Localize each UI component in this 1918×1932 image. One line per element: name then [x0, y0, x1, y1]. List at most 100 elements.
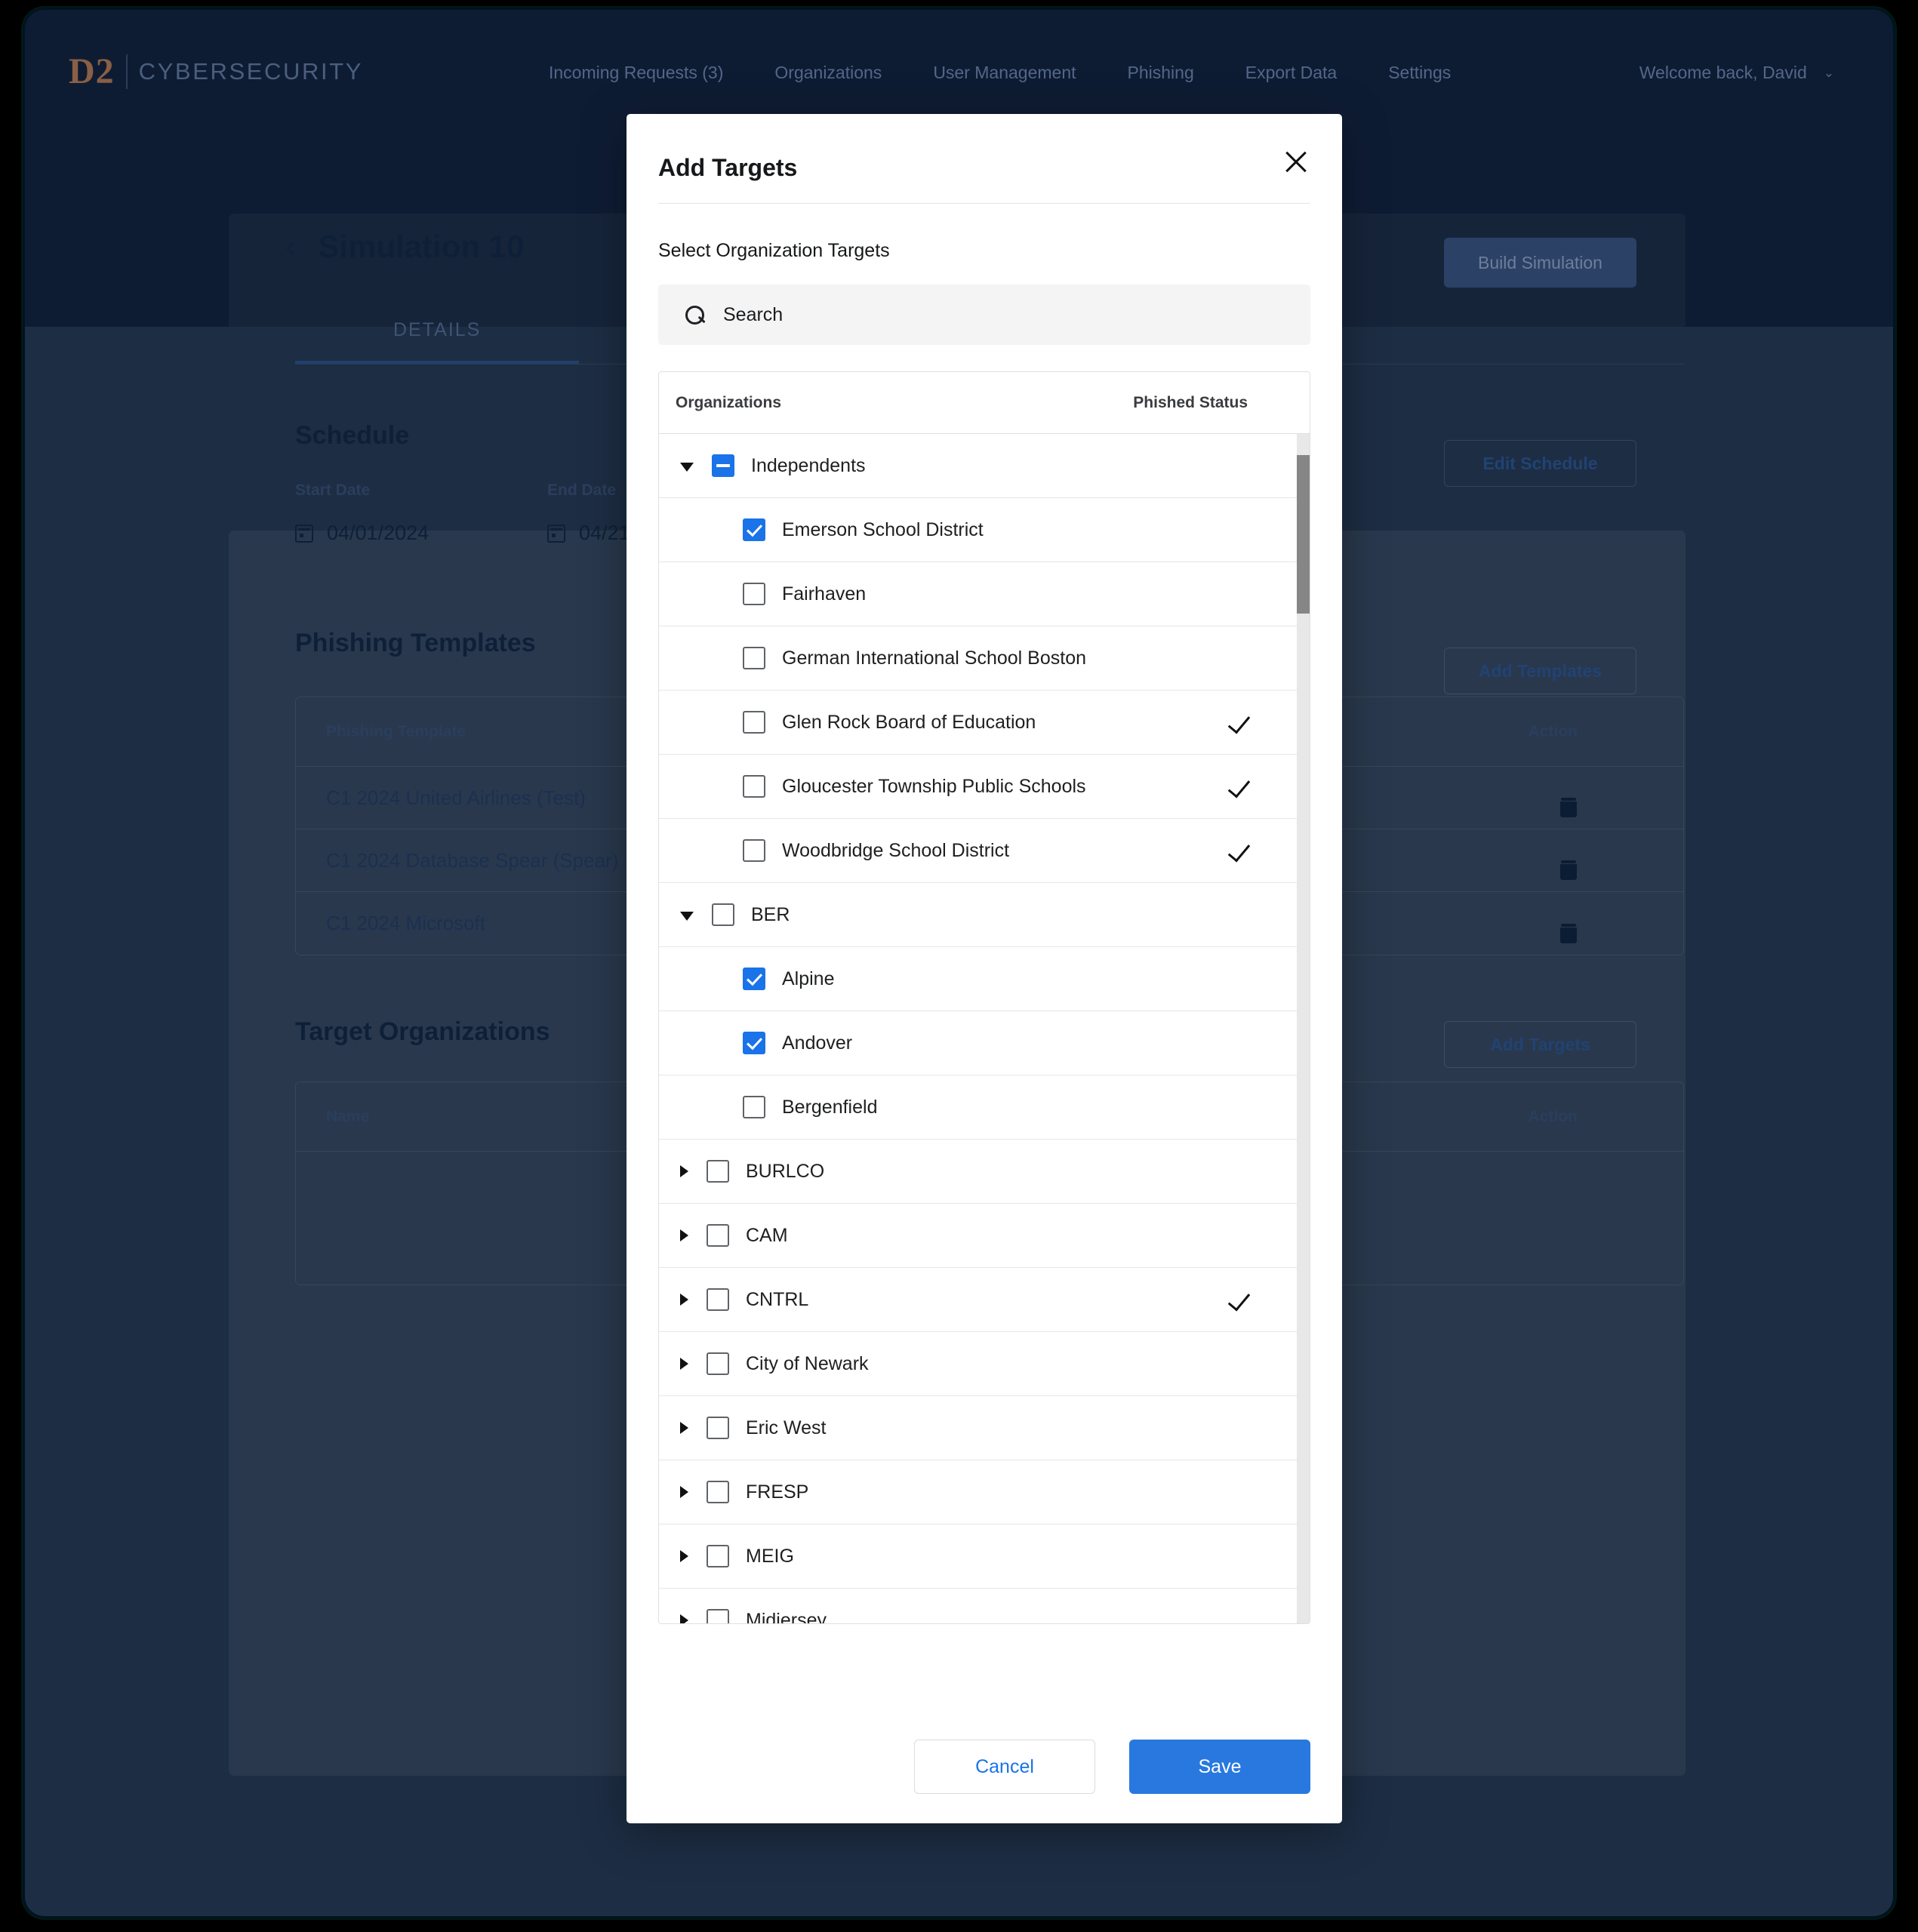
organization-name: Emerson School District: [782, 518, 984, 540]
tree-row[interactable]: Independents: [659, 434, 1310, 498]
edit-schedule-button[interactable]: Edit Schedule: [1444, 440, 1636, 487]
calendar-icon: [547, 524, 565, 543]
nav-item-user-management[interactable]: User Management: [907, 63, 1101, 83]
tree-row[interactable]: Glen Rock Board of Education: [659, 691, 1310, 755]
phished-check-icon: [1227, 711, 1249, 734]
row-checkbox[interactable]: [743, 583, 765, 605]
phished-status-empty: [1227, 1481, 1249, 1503]
tree-row[interactable]: Woodbridge School District: [659, 819, 1310, 883]
close-icon[interactable]: [1280, 146, 1312, 177]
tree-row[interactable]: Andover: [659, 1011, 1310, 1075]
row-checkbox[interactable]: [712, 903, 734, 926]
back-arrow-icon[interactable]: ‹: [285, 232, 295, 262]
tree-row[interactable]: FRESP: [659, 1460, 1310, 1524]
chevron-right-icon[interactable]: [680, 1550, 688, 1562]
row-checkbox[interactable]: [707, 1352, 729, 1375]
row-checkbox[interactable]: [743, 647, 765, 669]
column-header-action: Action: [1528, 1107, 1578, 1125]
tab-details[interactable]: DETAILS: [295, 319, 580, 364]
tree-row[interactable]: Bergenfield: [659, 1075, 1310, 1140]
app-logo[interactable]: D2 CYBERSECURITY: [69, 52, 363, 91]
tree-row[interactable]: Eric West: [659, 1396, 1310, 1460]
cancel-button[interactable]: Cancel: [914, 1740, 1095, 1794]
phished-status-empty: [1227, 647, 1249, 669]
modal-header: Add Targets: [627, 114, 1342, 203]
tree-row[interactable]: Gloucester Township Public Schools: [659, 755, 1310, 819]
user-greeting-label: Welcome back, David: [1639, 63, 1807, 82]
chevron-down-icon[interactable]: [680, 462, 694, 472]
row-checkbox[interactable]: [707, 1288, 729, 1311]
tree-row[interactable]: City of Newark: [659, 1332, 1310, 1396]
row-checkbox[interactable]: [707, 1417, 729, 1439]
modal-footer: Cancel Save: [627, 1710, 1342, 1823]
tree-row[interactable]: MEIG: [659, 1524, 1310, 1589]
organization-name: Alpine: [782, 968, 835, 989]
row-checkbox[interactable]: [707, 1545, 729, 1567]
chevron-right-icon[interactable]: [680, 1165, 688, 1177]
row-checkbox[interactable]: [743, 711, 765, 734]
row-checkbox[interactable]: [743, 839, 765, 862]
phishing-template-name: C1 2024 Microsoft: [326, 912, 485, 934]
row-checkbox[interactable]: [707, 1160, 729, 1183]
row-checkbox[interactable]: [743, 775, 765, 798]
tree-row[interactable]: CAM: [659, 1204, 1310, 1268]
chevron-right-icon[interactable]: [680, 1486, 688, 1498]
row-checkbox[interactable]: [743, 518, 765, 541]
nav-item-incoming-requests[interactable]: Incoming Requests (3): [523, 63, 749, 83]
organizations-tree-scroll[interactable]: Independents Emerson School District Fairh…: [659, 434, 1310, 1623]
phished-status-empty: [1227, 1096, 1249, 1118]
organization-name: Woodbridge School District: [782, 839, 1010, 861]
row-checkbox[interactable]: [712, 454, 734, 477]
row-checkbox[interactable]: [707, 1481, 729, 1503]
search-input[interactable]: Search: [658, 285, 1310, 345]
tree-row[interactable]: BER: [659, 883, 1310, 947]
logo-d2-text: D2: [69, 51, 115, 91]
tree-row[interactable]: Alpine: [659, 947, 1310, 1011]
phished-check-icon: [1227, 1288, 1249, 1311]
main-nav: Incoming Requests (3) Organizations User…: [523, 63, 1476, 83]
nav-item-settings[interactable]: Settings: [1362, 63, 1476, 83]
row-checkbox[interactable]: [707, 1609, 729, 1623]
column-header-phished-status: Phished Status: [1133, 393, 1248, 411]
phished-status-empty: [1227, 968, 1249, 990]
start-date-value-row: 04/01/2024: [295, 521, 429, 545]
row-checkbox[interactable]: [707, 1224, 729, 1247]
tree-row[interactable]: Fairhaven: [659, 562, 1310, 626]
chevron-right-icon[interactable]: [680, 1358, 688, 1370]
phished-status-empty: [1227, 1609, 1249, 1623]
tree-row[interactable]: Midjersey: [659, 1589, 1310, 1623]
tree-row[interactable]: Emerson School District: [659, 498, 1310, 562]
user-menu[interactable]: Welcome back, David ⌄: [1639, 63, 1834, 83]
scrollbar-track[interactable]: [1297, 434, 1310, 1623]
search-icon: [685, 306, 704, 325]
row-checkbox[interactable]: [743, 968, 765, 990]
add-targets-button[interactable]: Add Targets: [1444, 1021, 1636, 1068]
tree-row[interactable]: BURLCO: [659, 1140, 1310, 1204]
chevron-right-icon[interactable]: [680, 1294, 688, 1306]
end-date-value-row: 04/21: [547, 521, 630, 545]
tree-row[interactable]: German International School Boston: [659, 626, 1310, 691]
scrollbar-thumb[interactable]: [1297, 455, 1310, 614]
target-organizations-heading: Target Organizations: [295, 1017, 550, 1046]
phishing-template-name: C1 2024 Database Spear (Spear): [326, 848, 619, 872]
column-header-organizations: Organizations: [676, 393, 782, 411]
column-header-name: Name: [326, 1107, 370, 1125]
chevron-down-icon[interactable]: [680, 911, 694, 921]
row-checkbox[interactable]: [743, 1096, 765, 1118]
add-templates-button[interactable]: Add Templates: [1444, 648, 1636, 694]
nav-item-organizations[interactable]: Organizations: [749, 63, 907, 83]
build-simulation-button[interactable]: Build Simulation: [1444, 238, 1636, 288]
chevron-right-icon[interactable]: [680, 1229, 688, 1241]
save-button[interactable]: Save: [1129, 1740, 1310, 1794]
tree-row[interactable]: CNTRL: [659, 1268, 1310, 1332]
chevron-right-icon[interactable]: [680, 1422, 688, 1434]
phished-status-empty: [1227, 1545, 1249, 1567]
organization-name: Bergenfield: [782, 1096, 878, 1118]
chevron-right-icon[interactable]: [680, 1614, 688, 1623]
app-window: D2 CYBERSECURITY Incoming Requests (3) O…: [25, 10, 1893, 1916]
row-checkbox[interactable]: [743, 1032, 765, 1054]
nav-item-export-data[interactable]: Export Data: [1220, 63, 1362, 83]
organization-name: City of Newark: [746, 1352, 869, 1374]
organizations-tree-container: Organizations Phished Status Independent…: [658, 371, 1310, 1624]
nav-item-phishing[interactable]: Phishing: [1102, 63, 1220, 83]
